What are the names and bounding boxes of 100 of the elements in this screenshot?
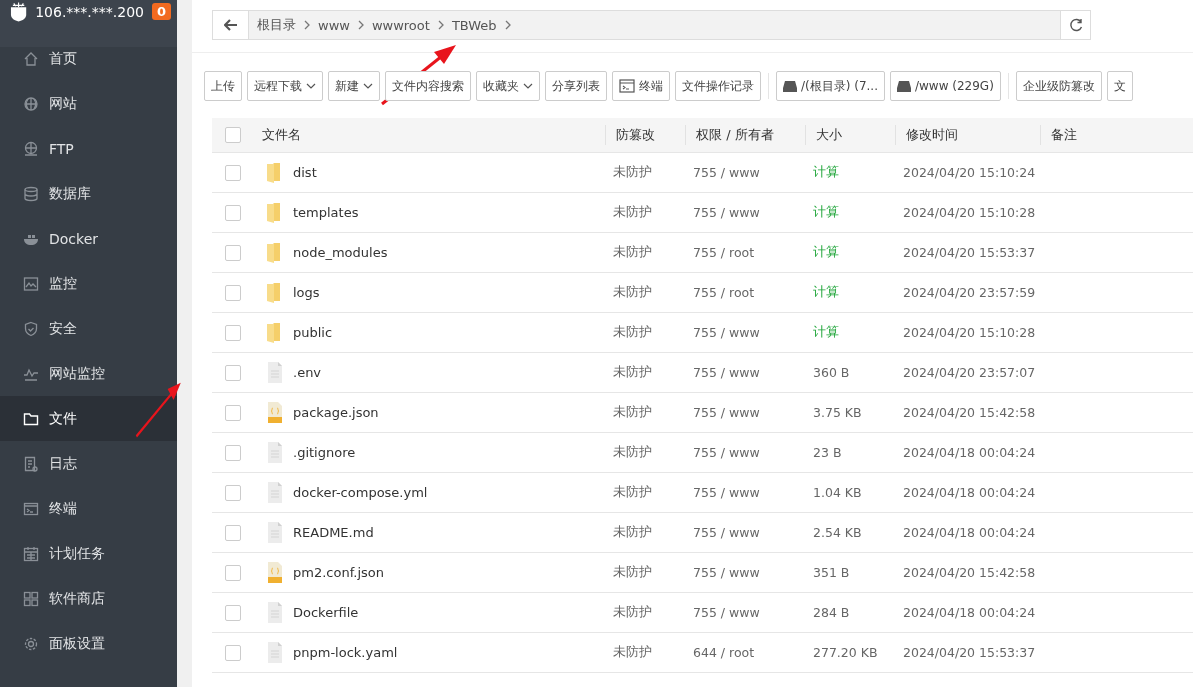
modified-time: 2024/04/20 15:53:37 <box>902 245 1037 260</box>
sidebar-item[interactable]: 软件商店 <box>0 576 177 621</box>
modified-time: 2024/04/20 15:10:28 <box>902 325 1037 340</box>
modified-time: 2024/04/20 15:10:28 <box>902 205 1037 220</box>
protection-status: 未防护 <box>612 444 653 461</box>
folder-icon <box>23 410 39 427</box>
protection-status: 未防护 <box>612 604 653 621</box>
file-name[interactable]: pnpm-lock.yaml <box>293 645 398 660</box>
table-row[interactable]: .gitignore 未防护 755 / www 23 B 2024/04/18 00:04:24 <box>212 433 1193 473</box>
toolbar-button[interactable]: 远程下载 <box>247 71 323 101</box>
permission-owner: 755 / www <box>692 325 761 340</box>
sidebar-item[interactable]: 文件 <box>0 396 177 441</box>
row-checkbox[interactable] <box>225 644 241 661</box>
file-size: 284 B <box>812 605 851 620</box>
row-checkbox[interactable] <box>225 204 241 221</box>
path-segment[interactable]: www <box>318 17 350 33</box>
sidebar-item[interactable]: 首页 <box>0 36 177 81</box>
file-name[interactable]: docker-compose.yml <box>293 485 428 500</box>
file-name[interactable]: templates <box>293 205 359 220</box>
toolbar-button[interactable]: 文 <box>1106 71 1133 101</box>
table-row[interactable]: public 未防护 755 / www 计算 2024/04/20 15:10:28 <box>212 313 1193 353</box>
protection-status: 未防护 <box>612 284 653 301</box>
column-header: 权限 / 所有者 <box>685 125 805 145</box>
file-name[interactable]: .env <box>293 365 322 380</box>
shield-logo-icon <box>10 1 28 22</box>
permission-owner: 755 / root <box>692 245 756 260</box>
table-row[interactable]: logs 未防护 755 / root 计算 2024/04/20 23:57:59 <box>212 273 1193 313</box>
row-checkbox[interactable] <box>225 284 241 301</box>
sidebar-item[interactable]: 监控 <box>0 261 177 306</box>
row-checkbox[interactable] <box>225 164 241 181</box>
toolbar-button[interactable]: 新建 <box>328 71 380 101</box>
table-row[interactable]: node_modules 未防护 755 / root 计算 2024/04/20 15:53:37 <box>212 233 1193 273</box>
path-segment[interactable]: 根目录 <box>257 16 296 34</box>
row-checkbox[interactable] <box>225 564 241 581</box>
table-row[interactable]: .env 未防护 755 / www 360 B 2024/04/20 23:57:07 <box>212 353 1193 393</box>
settings-icon <box>23 635 39 652</box>
modified-time: 2024/04/20 15:42:58 <box>902 405 1037 420</box>
row-checkbox[interactable] <box>225 444 241 461</box>
column-header: 修改时间 <box>895 125 1040 145</box>
permission-owner: 755 / www <box>692 525 761 540</box>
toolbar-button[interactable]: 分享列表 <box>545 71 607 101</box>
annotation-arrow <box>135 382 181 438</box>
row-checkbox[interactable] <box>225 524 241 541</box>
terminal-icon <box>23 500 39 517</box>
table-row[interactable]: docker-compose.yml 未防护 755 / www 1.04 KB 2024/04/18 00:04:24 <box>212 473 1193 513</box>
table-row[interactable]: README.md 未防护 755 / www 2.54 KB 2024/04/18 00:04:24 <box>212 513 1193 553</box>
server-address: 106.***.***.200 <box>35 3 144 20</box>
sidebar-item[interactable]: 安全 <box>0 306 177 351</box>
row-checkbox[interactable] <box>225 324 241 341</box>
toolbar-button[interactable]: 收藏夹 <box>476 71 540 101</box>
refresh-button[interactable] <box>1060 11 1090 39</box>
file-name[interactable]: pm2.conf.json <box>293 565 384 580</box>
table-row[interactable]: dist 未防护 755 / www 计算 2024/04/20 15:10:24 <box>212 153 1193 193</box>
file-name[interactable]: logs <box>293 285 320 300</box>
sidebar-item[interactable]: 面板设置 <box>0 621 177 666</box>
toolbar-button[interactable]: /www (229G) <box>890 71 1001 101</box>
sidebar-item[interactable]: 网站监控 <box>0 351 177 396</box>
sidebar-item[interactable]: Docker <box>0 216 177 261</box>
toolbar-button[interactable]: 文件内容搜索 <box>385 71 471 101</box>
permission-owner: 755 / www <box>692 605 761 620</box>
row-checkbox[interactable] <box>225 244 241 261</box>
table-row[interactable]: pnpm-lock.yaml 未防护 644 / root 277.20 KB 2024/04/20 15:53:37 <box>212 633 1193 673</box>
chevron-icon <box>504 20 511 30</box>
file-name[interactable]: dist <box>293 165 317 180</box>
sidebar-item[interactable]: 日志 <box>0 441 177 486</box>
protection-status: 未防护 <box>612 164 653 181</box>
path-segment[interactable]: TBWeb <box>451 17 497 33</box>
path-segment[interactable]: wwwroot <box>371 17 430 33</box>
file-name[interactable]: README.md <box>293 525 374 540</box>
toolbar-button[interactable]: /(根目录) (7... <box>776 71 885 101</box>
table-row[interactable]: templates 未防护 755 / www 计算 2024/04/20 15:10:28 <box>212 193 1193 233</box>
sidebar-item[interactable]: 终端 <box>0 486 177 531</box>
modified-time: 2024/04/18 00:04:24 <box>902 605 1037 620</box>
permission-owner: 755 / www <box>692 565 761 580</box>
protection-status: 未防护 <box>612 644 653 661</box>
toolbar-button[interactable]: 文件操作记录 <box>675 71 761 101</box>
sidebar-item[interactable]: 数据库 <box>0 171 177 216</box>
row-checkbox[interactable] <box>225 484 241 501</box>
document-icon <box>266 601 284 624</box>
caret-icon <box>363 83 373 89</box>
toolbar-button[interactable]: 企业级防篡改 <box>1015 71 1102 101</box>
select-all-checkbox[interactable] <box>225 127 241 143</box>
row-checkbox[interactable] <box>225 404 241 421</box>
sidebar-item[interactable]: 计划任务 <box>0 531 177 576</box>
disk-icon <box>897 80 911 92</box>
file-name[interactable]: public <box>293 325 333 340</box>
table-row[interactable]: Dockerfile 未防护 755 / www 284 B 2024/04/18 00:04:24 <box>212 593 1193 633</box>
back-button[interactable] <box>213 11 249 39</box>
file-name[interactable]: Dockerfile <box>293 605 359 620</box>
toolbar-button[interactable]: 上传 <box>204 71 242 101</box>
file-name[interactable]: .gitignore <box>293 445 356 460</box>
table-row[interactable]: pm2.conf.json 未防护 755 / www 351 B 2024/04/20 15:42:58 <box>212 553 1193 593</box>
row-checkbox[interactable] <box>225 364 241 381</box>
table-row[interactable]: package.json 未防护 755 / www 3.75 KB 2024/04/20 15:42:58 <box>212 393 1193 433</box>
file-name[interactable]: node_modules <box>293 245 388 260</box>
file-name[interactable]: package.json <box>293 405 379 420</box>
sidebar-item[interactable]: FTP <box>0 126 177 171</box>
row-checkbox[interactable] <box>225 604 241 621</box>
toolbar-button[interactable]: 终端 <box>612 71 670 101</box>
sidebar-item[interactable]: 网站 <box>0 81 177 126</box>
